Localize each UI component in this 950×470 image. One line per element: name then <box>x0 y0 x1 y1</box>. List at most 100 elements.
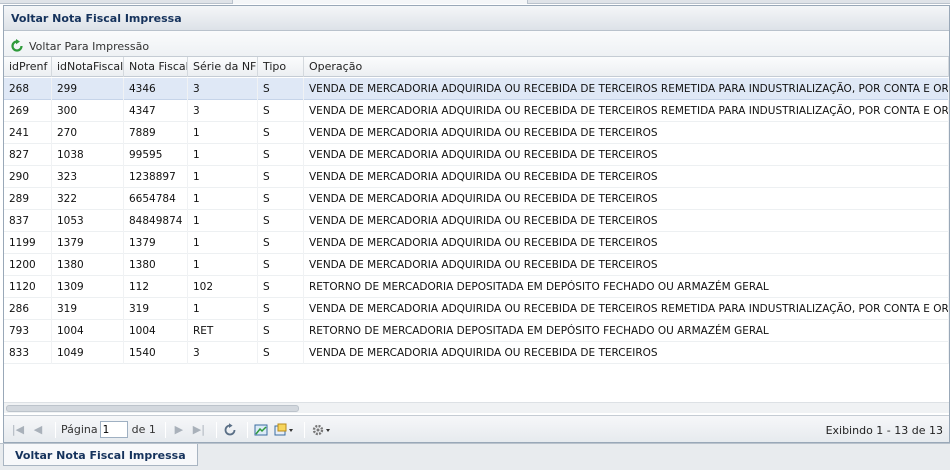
cell-serie-nf: 1 <box>188 232 258 254</box>
pager-separator <box>55 421 56 438</box>
cell-tipo: S <box>258 276 304 298</box>
cell-idprenf: 268 <box>4 78 52 100</box>
table-row[interactable]: 1199 1379 1379 1 S VENDA DE MERCADORIA A… <box>4 232 949 254</box>
column-header-tipo[interactable]: Tipo <box>258 57 304 77</box>
cell-idprenf: 833 <box>4 342 52 364</box>
cell-idnotafiscal: 1379 <box>52 232 124 254</box>
cell-operacao: VENDA DE MERCADORIA ADQUIRIDA OU RECEBID… <box>304 144 949 166</box>
cell-operacao: VENDA DE MERCADORIA ADQUIRIDA OU RECEBID… <box>304 210 949 232</box>
cell-serie-nf: 3 <box>188 78 258 100</box>
cell-serie-nf: 102 <box>188 276 258 298</box>
table-row[interactable]: 827 1038 99595 1 S VENDA DE MERCADORIA A… <box>4 144 949 166</box>
table-row[interactable]: 290 323 1238897 1 S VENDA DE MERCADORIA … <box>4 166 949 188</box>
column-header-serie-nf[interactable]: Série da NF <box>188 57 258 77</box>
cell-idnotafiscal: 1053 <box>52 210 124 232</box>
export-icon[interactable] <box>273 422 295 438</box>
cell-idprenf: 827 <box>4 144 52 166</box>
table-row[interactable]: 833 1049 1540 3 S VENDA DE MERCADORIA AD… <box>4 342 949 364</box>
next-page-icon[interactable]: ▶ <box>171 422 187 438</box>
refresh-icon[interactable] <box>222 422 238 438</box>
cell-idprenf: 1200 <box>4 254 52 276</box>
prev-page-icon[interactable]: ◀ <box>30 422 46 438</box>
table-row[interactable]: 289 322 6654784 1 S VENDA DE MERCADORIA … <box>4 188 949 210</box>
column-header-nota-fiscal[interactable]: Nota Fiscal <box>124 57 188 77</box>
chart-icon[interactable] <box>253 422 269 438</box>
cell-nota-fiscal: 7889 <box>124 122 188 144</box>
paging-display-info: Exibindo 1 - 13 de 13 <box>825 424 943 437</box>
main-panel: Voltar Nota Fiscal Impressa Voltar Para … <box>3 5 950 443</box>
gear-icon[interactable] <box>310 422 332 438</box>
cell-operacao: VENDA DE MERCADORIA ADQUIRIDA OU RECEBID… <box>304 232 949 254</box>
top-tab-strip <box>0 0 950 4</box>
cell-idprenf: 1120 <box>4 276 52 298</box>
table-row[interactable]: 286 319 319 1 S VENDA DE MERCADORIA ADQU… <box>4 298 949 320</box>
cell-nota-fiscal: 1379 <box>124 232 188 254</box>
horizontal-scrollbar[interactable] <box>4 402 949 413</box>
cell-serie-nf: 1 <box>188 210 258 232</box>
grid-header: idPrenf idNotaFiscal Nota Fiscal Série d… <box>4 57 949 77</box>
cell-operacao: VENDA DE MERCADORIA ADQUIRIDA OU RECEBID… <box>304 342 949 364</box>
last-page-icon[interactable]: ▶| <box>191 422 207 438</box>
cell-tipo: S <box>258 122 304 144</box>
cell-idnotafiscal: 1004 <box>52 320 124 342</box>
cell-tipo: S <box>258 320 304 342</box>
cell-nota-fiscal: 1238897 <box>124 166 188 188</box>
pager-separator <box>303 421 305 438</box>
cell-nota-fiscal: 99595 <box>124 144 188 166</box>
table-row[interactable]: 241 270 7889 1 S VENDA DE MERCADORIA ADQ… <box>4 122 949 144</box>
table-row[interactable]: 837 1053 84849874 1 S VENDA DE MERCADORI… <box>4 210 949 232</box>
cell-idnotafiscal: 323 <box>52 166 124 188</box>
table-row[interactable]: 1120 1309 112 102 S RETORNO DE MERCADORI… <box>4 276 949 298</box>
cell-tipo: S <box>258 210 304 232</box>
first-page-icon[interactable]: |◀ <box>10 422 26 438</box>
page-number-input[interactable] <box>99 421 128 438</box>
cell-nota-fiscal: 6654784 <box>124 188 188 210</box>
cell-nota-fiscal: 112 <box>124 276 188 298</box>
cell-idprenf: 1199 <box>4 232 52 254</box>
cell-tipo: S <box>258 254 304 276</box>
page-count-label: de 1 <box>131 423 156 436</box>
cell-nota-fiscal: 1540 <box>124 342 188 364</box>
top-tab-notch <box>232 0 528 4</box>
cell-operacao: VENDA DE MERCADORIA ADQUIRIDA OU RECEBID… <box>304 298 949 320</box>
cell-tipo: S <box>258 188 304 210</box>
cell-serie-nf: RET <box>188 320 258 342</box>
cell-serie-nf: 1 <box>188 188 258 210</box>
column-header-idprenf[interactable]: idPrenf <box>4 57 52 77</box>
scrollbar-thumb[interactable] <box>6 405 299 412</box>
cell-tipo: S <box>258 342 304 364</box>
cell-tipo: S <box>258 298 304 320</box>
table-row[interactable]: 793 1004 1004 RET S RETORNO DE MERCADORI… <box>4 320 949 342</box>
refresh-arrow-icon <box>10 39 24 53</box>
bottom-tab-bar: Voltar Nota Fiscal Impressa <box>0 443 950 470</box>
cell-idprenf: 286 <box>4 298 52 320</box>
cell-nota-fiscal: 84849874 <box>124 210 188 232</box>
cell-idnotafiscal: 322 <box>52 188 124 210</box>
cell-operacao: RETORNO DE MERCADORIA DEPOSITADA EM DEPÓ… <box>304 276 949 298</box>
table-row[interactable]: 269 300 4347 3 S VENDA DE MERCADORIA ADQ… <box>4 100 949 122</box>
cell-nota-fiscal: 1004 <box>124 320 188 342</box>
cell-idprenf: 837 <box>4 210 52 232</box>
table-row[interactable]: 1200 1380 1380 1 S VENDA DE MERCADORIA A… <box>4 254 949 276</box>
cell-serie-nf: 1 <box>188 166 258 188</box>
cell-idprenf: 290 <box>4 166 52 188</box>
back-to-print-button[interactable]: Voltar Para Impressão <box>10 38 149 54</box>
cell-serie-nf: 1 <box>188 144 258 166</box>
cell-idnotafiscal: 1380 <box>52 254 124 276</box>
cell-operacao: VENDA DE MERCADORIA ADQUIRIDA OU RECEBID… <box>304 122 949 144</box>
cell-operacao: VENDA DE MERCADORIA ADQUIRIDA OU RECEBID… <box>304 100 949 122</box>
column-header-idnotafiscal[interactable]: idNotaFiscal <box>52 57 124 77</box>
cell-tipo: S <box>258 144 304 166</box>
cell-serie-nf: 1 <box>188 254 258 276</box>
paging-toolbar: |◀ ◀ Página de 1 ▶ ▶| Exibindo 1 - 13 de… <box>4 415 949 442</box>
tab-voltar-nota-fiscal-impressa[interactable]: Voltar Nota Fiscal Impressa <box>3 444 198 466</box>
table-row[interactable]: 268 299 4346 3 S VENDA DE MERCADORIA ADQ… <box>4 78 949 100</box>
cell-nota-fiscal: 4346 <box>124 78 188 100</box>
pager-separator <box>246 421 248 438</box>
cell-idnotafiscal: 1038 <box>52 144 124 166</box>
cell-operacao: VENDA DE MERCADORIA ADQUIRIDA OU RECEBID… <box>304 78 949 100</box>
column-header-operacao[interactable]: Operação <box>304 57 949 77</box>
cell-serie-nf: 3 <box>188 342 258 364</box>
cell-nota-fiscal: 319 <box>124 298 188 320</box>
cell-tipo: S <box>258 78 304 100</box>
